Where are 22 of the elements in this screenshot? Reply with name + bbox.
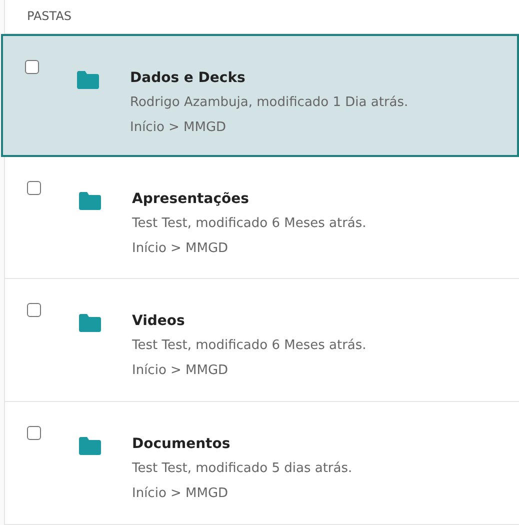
checkbox[interactable] (27, 180, 41, 194)
folder-modified: Test Test, modificado 5 dias atrás. (132, 460, 352, 478)
folder-modified: Test Test, modificado 6 Meses atrás. (132, 214, 366, 232)
folder-modified: Test Test, modificado 6 Meses atrás. (132, 337, 366, 356)
folder-name: Dados e Decks (130, 68, 246, 88)
checkbox[interactable] (25, 60, 39, 74)
folder-name: Videos (132, 312, 186, 332)
folder-row[interactable]: Dados e Decks Rodrigo Azambuja, modificado 1 Dia atrás. Início > MMGD (1, 34, 519, 156)
folder-path: Início > MMGD (130, 118, 228, 137)
folder-icon (79, 437, 101, 456)
folder-icon (77, 70, 99, 89)
folder-icon (79, 314, 101, 332)
folder-modified: Rodrigo Azambuja, modificado 1 Dia atrás. (130, 94, 408, 112)
folder-path: Início > MMGD (132, 240, 230, 258)
folder-name: Documentos (132, 435, 232, 454)
folder-path: Início > MMGD (132, 485, 230, 504)
folder-name: Apresentações (132, 190, 250, 208)
folder-path: Início > MMGD (132, 362, 230, 380)
folder-icon (79, 192, 101, 210)
checkbox[interactable] (27, 426, 41, 440)
section-title: PASTAS (27, 8, 72, 26)
checkbox[interactable] (27, 303, 41, 318)
